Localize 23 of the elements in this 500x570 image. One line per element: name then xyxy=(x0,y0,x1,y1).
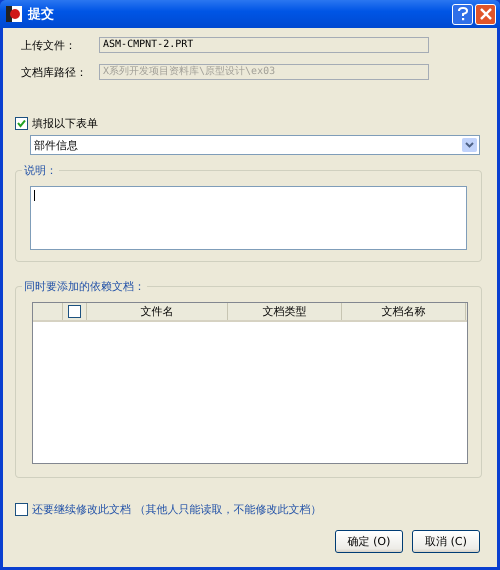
help-icon xyxy=(456,7,468,21)
group-label: 说明： xyxy=(22,163,59,178)
checkbox-label: 还要继续修改此文档 （其他人只能读取，不能修改此文档） xyxy=(32,502,322,517)
description-field[interactable] xyxy=(30,186,467,250)
dropdown[interactable]: 部件信息 xyxy=(30,135,480,155)
field-label: 上传文件： xyxy=(21,38,77,52)
close-icon xyxy=(480,8,492,20)
ok-button[interactable]: 确定 (O) xyxy=(335,530,403,553)
column-header[interactable]: 文件名 xyxy=(87,303,228,320)
column-header[interactable]: 文档类型 xyxy=(228,303,342,320)
field-label: 文档库路径： xyxy=(21,64,88,80)
checkbox[interactable] xyxy=(15,503,28,516)
checkbox[interactable] xyxy=(15,117,28,130)
window-title: 提交 xyxy=(28,6,54,23)
column-header[interactable]: 文档名称 xyxy=(342,303,466,320)
group-label: 同时要添加的依赖文档： xyxy=(22,279,147,294)
app-icon xyxy=(6,6,22,22)
checkbox-label: 填报以下表单 xyxy=(32,116,98,131)
help-button[interactable] xyxy=(452,4,473,24)
close-button[interactable] xyxy=(475,4,496,24)
checkbox[interactable] xyxy=(68,305,81,318)
text-field[interactable]: ASM-CMPNT-2.PRT xyxy=(99,37,429,53)
cancel-button[interactable]: 取消 (C) xyxy=(412,530,480,553)
